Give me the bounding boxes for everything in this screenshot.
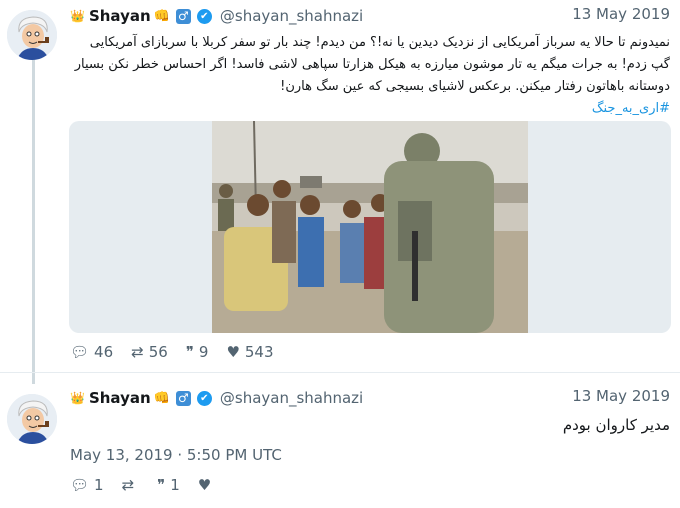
tweet-actions: 💬︎ 1 ⇄ ❞ 1 ♥	[70, 476, 234, 494]
hashtag-link[interactable]: #ارى_به_جنگ	[70, 98, 670, 120]
tweet-text-line: نمیدونم تا حالا یه سرباز آمریکایی از نزد…	[89, 35, 670, 50]
tweet-date[interactable]: 13 May 2019	[572, 387, 670, 405]
reply-count: 46	[94, 343, 114, 361]
crown-icon: 👑	[70, 9, 85, 23]
quote-count: 9	[198, 343, 209, 361]
retweet-button[interactable]: ⇄	[122, 476, 140, 494]
verified-badge-icon: ✔	[196, 8, 212, 24]
male-sign-icon: ♂	[175, 390, 191, 406]
tweet-text-line: گپ زدم! به جرات میگم یه تار موشون میارزه…	[74, 57, 670, 72]
tweet-text-line: دوستانه باهاتون رفتار میکنن. برعکس لاشیا…	[280, 79, 670, 94]
retweet-button[interactable]: ⇄ 56	[131, 343, 168, 361]
male-sign-icon: ♂	[175, 8, 191, 24]
quote-button[interactable]: ❞ 9	[186, 343, 209, 361]
verified-badge-icon: ✔	[196, 390, 212, 406]
heart-icon: ♥	[226, 343, 240, 361]
retweet-icon: ⇄	[131, 343, 144, 361]
tweet-media[interactable]	[69, 121, 671, 333]
tweet-header: 👑 Shayan 👊 ♂ ✔ @shayan_shahnazi	[70, 5, 363, 27]
retweet-icon: ⇄	[121, 476, 135, 494]
avatar-cartoon-icon	[7, 394, 57, 444]
reply-button[interactable]: 💬︎ 1	[70, 476, 104, 494]
tweet-photo[interactable]	[212, 121, 528, 333]
tweet-actions: 💬︎ 46 ⇄ 56 ❞ 9 ♥ 543	[70, 343, 292, 361]
tweet-text: مدیر کاروان بودم	[562, 416, 670, 434]
avatar[interactable]	[7, 10, 57, 60]
like-button[interactable]: ♥	[198, 476, 216, 494]
user-handle[interactable]: @shayan_shahnazi	[220, 7, 363, 25]
tweet-divider	[0, 372, 680, 373]
display-name[interactable]: Shayan	[89, 389, 151, 407]
avatar-cartoon-icon	[7, 10, 57, 60]
quote-icon: ❞	[157, 476, 166, 494]
reply-count: 1	[94, 476, 104, 494]
tweet-text: نمیدونم تا حالا یه سرباز آمریکایی از نزد…	[70, 32, 670, 120]
fist-emoji: 👊	[153, 8, 170, 24]
tweet-date[interactable]: 13 May 2019	[572, 5, 670, 23]
retweet-count: 56	[148, 343, 168, 361]
crown-icon: 👑	[70, 391, 85, 405]
comment-icon: 💬︎	[70, 476, 90, 494]
like-button[interactable]: ♥ 543	[226, 343, 273, 361]
quote-count: 1	[170, 476, 180, 494]
avatar[interactable]	[7, 394, 57, 444]
fist-emoji: 👊	[153, 390, 170, 406]
heart-icon: ♥	[197, 476, 212, 494]
reply-button[interactable]: 💬︎ 46	[70, 343, 113, 361]
display-name[interactable]: Shayan	[89, 7, 151, 25]
quote-icon: ❞	[185, 343, 194, 361]
user-handle[interactable]: @shayan_shahnazi	[220, 389, 363, 407]
tweet-timestamp[interactable]: May 13, 2019 · 5:50 PM UTC	[70, 446, 282, 464]
tweet-header: 👑 Shayan 👊 ♂ ✔ @shayan_shahnazi	[70, 387, 363, 409]
thread-line	[32, 56, 35, 384]
quote-button[interactable]: ❞ 1	[157, 476, 180, 494]
comment-icon: 💬︎	[70, 343, 90, 361]
like-count: 543	[244, 343, 274, 361]
